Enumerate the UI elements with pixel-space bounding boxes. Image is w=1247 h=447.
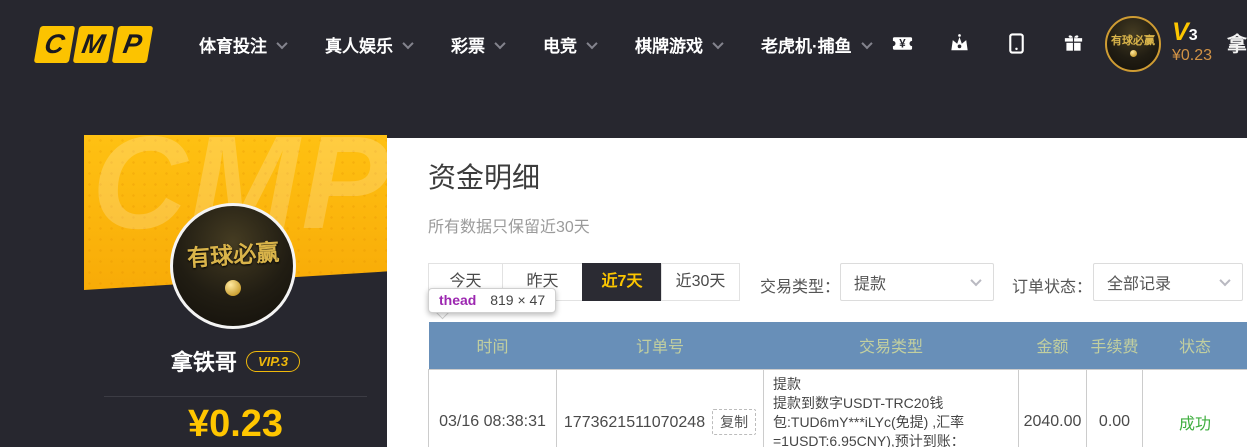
order-id-value: 1773621511070248 (563, 414, 706, 431)
avatar-text: 有球必赢 (1111, 34, 1155, 47)
profile-name-row: 拿铁哥 VIP.3 (84, 345, 387, 377)
chevron-down-icon (276, 37, 288, 49)
chevron-down-icon (586, 37, 598, 49)
avatar-text: 有球必赢 (186, 238, 280, 272)
order-status-label: 订单状态： (1012, 279, 1093, 296)
logo-letter-box: M (72, 26, 115, 63)
order-status-select[interactable]: 全部记录 (1093, 263, 1243, 301)
chevron-down-icon (1219, 274, 1231, 287)
nav-item-slots-fishing[interactable]: 老虎机·捕鱼 (761, 32, 873, 57)
mobile-app-icon[interactable] (1005, 32, 1028, 55)
brand-logo[interactable]: C M P (33, 26, 154, 63)
logo-letter: C (42, 29, 67, 59)
col-header-amount: 金额 (1018, 322, 1087, 369)
gold-ball-icon (225, 280, 241, 296)
user-avatar[interactable]: 有球必赢 (1105, 16, 1161, 72)
funds-table: 时间 订单号 交易类型 金额 手续费 状态 03/16 08:38:31 177… (428, 322, 1247, 447)
logo-letter: M (79, 29, 108, 59)
copy-button[interactable]: 复制 (712, 409, 757, 435)
nav-item-board-games[interactable]: 棋牌游戏 (635, 32, 724, 57)
vip-number: 3 (1188, 27, 1198, 44)
nav-label: 棋牌游戏 (635, 37, 703, 56)
profile-username: 拿铁哥 (170, 350, 237, 375)
chevron-down-icon (712, 37, 724, 49)
cell-fee: 0.00 (1086, 368, 1143, 447)
table-row: 03/16 08:38:31 1773621511070248 复制 提款 提款到… (428, 368, 1247, 447)
funds-table-head: 时间 订单号 交易类型 金额 手续费 状态 (428, 322, 1247, 369)
nav-label: 老虎机·捕鱼 (761, 37, 852, 56)
cell-amount: 2040.00 (1018, 368, 1087, 447)
nav-item-esports[interactable]: 电竞 (543, 32, 598, 57)
inspector-element-tag: thead (439, 292, 477, 308)
gift-promo-icon[interactable] (1062, 32, 1085, 55)
divider (104, 396, 367, 397)
nav-label: 真人娱乐 (325, 37, 393, 56)
transaction-type-select[interactable]: 提款 (840, 263, 994, 301)
col-header-order-id: 订单号 (556, 322, 764, 369)
profile-balance: ¥0.23 (187, 403, 284, 445)
cell-time: 03/16 08:38:31 (428, 368, 557, 447)
chevron-down-icon (402, 37, 414, 49)
vip-letter: V (1172, 18, 1189, 46)
chevron-down-icon (494, 37, 506, 49)
transaction-type-title: 提款 (773, 375, 801, 392)
col-header-status: 状态 (1142, 322, 1247, 369)
vip-crown-icon[interactable] (948, 32, 971, 55)
logo-letter-box: C (33, 26, 76, 63)
cell-order-id: 1773621511070248 复制 (556, 368, 764, 447)
nav-item-live-casino[interactable]: 真人娱乐 (325, 32, 414, 57)
cell-status: 成功 (1142, 368, 1247, 447)
col-header-time: 时间 (428, 322, 557, 369)
transaction-type-value: 提款 (854, 276, 887, 293)
topbar-quick-icons: ¥ (891, 32, 1085, 55)
transaction-type-label: 交易类型： (760, 279, 841, 296)
page-title: 资金明细 (428, 162, 541, 193)
main-nav: 体育投注 真人娱乐 彩票 电竞 棋牌游戏 老虎机·捕鱼 (199, 32, 873, 57)
nav-label: 体育投注 (199, 37, 267, 56)
coupon-ticket-icon[interactable]: ¥ (891, 32, 914, 55)
nav-label: 电竞 (543, 37, 577, 56)
nav-item-sports[interactable]: 体育投注 (199, 32, 288, 57)
page: C M P 体育投注 真人娱乐 彩票 电竞 棋牌游戏 老虎机·捕鱼 ¥ 有球必赢… (0, 0, 1247, 447)
inspector-tooltip: thead 819 × 47 (428, 288, 557, 313)
vip-level[interactable]: V3 (1172, 18, 1198, 47)
col-header-type: 交易类型 (763, 322, 1019, 369)
page-subtitle: 所有数据只保留近30天 (428, 219, 590, 236)
tab-last-30-days[interactable]: 近30天 (661, 263, 740, 301)
topbar-balance: ¥0.23 (1172, 47, 1213, 64)
transaction-type-detail: 提款到数字USDT-TRC20钱包:TUD6mY***iLYc(免提) ,汇率=… (773, 394, 965, 447)
logo-letter-box: P (111, 26, 154, 63)
logo-letter: P (120, 29, 145, 59)
col-header-fee: 手续费 (1086, 322, 1143, 369)
svg-text:¥: ¥ (899, 39, 906, 51)
chevron-down-icon (861, 37, 873, 49)
cell-transaction-type: 提款 提款到数字USDT-TRC20钱包:TUD6mY***iLYc(免提) ,… (763, 368, 1019, 447)
nav-label: 彩票 (451, 37, 485, 56)
nav-item-lottery[interactable]: 彩票 (451, 32, 506, 57)
chevron-down-icon (970, 274, 982, 287)
tab-last-7-days[interactable]: 近7天 (582, 263, 662, 301)
vip-badge: VIP.3 (245, 350, 301, 372)
profile-avatar[interactable]: 有球必赢 (170, 203, 296, 329)
inspector-element-dimensions: 819 × 47 (490, 292, 546, 308)
order-status-value: 全部记录 (1107, 276, 1172, 293)
gold-ball-icon (1129, 49, 1137, 57)
topbar-username[interactable]: 拿铁哥 (1227, 28, 1247, 57)
